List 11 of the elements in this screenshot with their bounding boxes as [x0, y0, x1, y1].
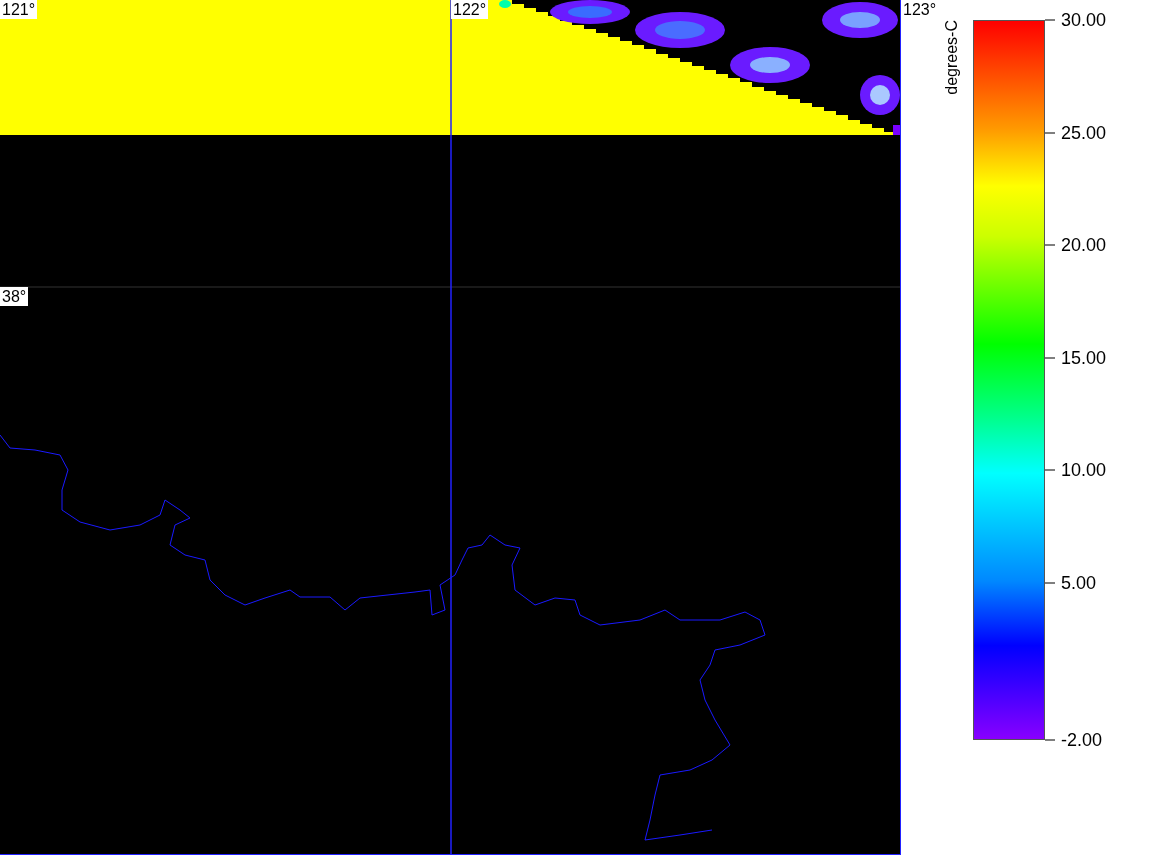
colorbar-tick-label: 25.00	[1061, 122, 1107, 143]
colorbar-tick-label: 15.00	[1061, 347, 1107, 368]
colorbar-title: degrees-C	[943, 20, 961, 95]
latitude-label: 38°	[0, 287, 29, 306]
colorbar-tick-label: -2.00	[1061, 729, 1103, 751]
colorbar-tick-label: 5.00	[1061, 572, 1097, 593]
colorbar-tick-label: 30.00	[1061, 9, 1107, 31]
longitude-label: 121°	[0, 0, 38, 19]
colorbar-tick-label: 10.00	[1061, 459, 1107, 481]
longitude-label: 122°	[451, 0, 489, 19]
colorbar-tick-label: 20.00	[1061, 234, 1107, 256]
